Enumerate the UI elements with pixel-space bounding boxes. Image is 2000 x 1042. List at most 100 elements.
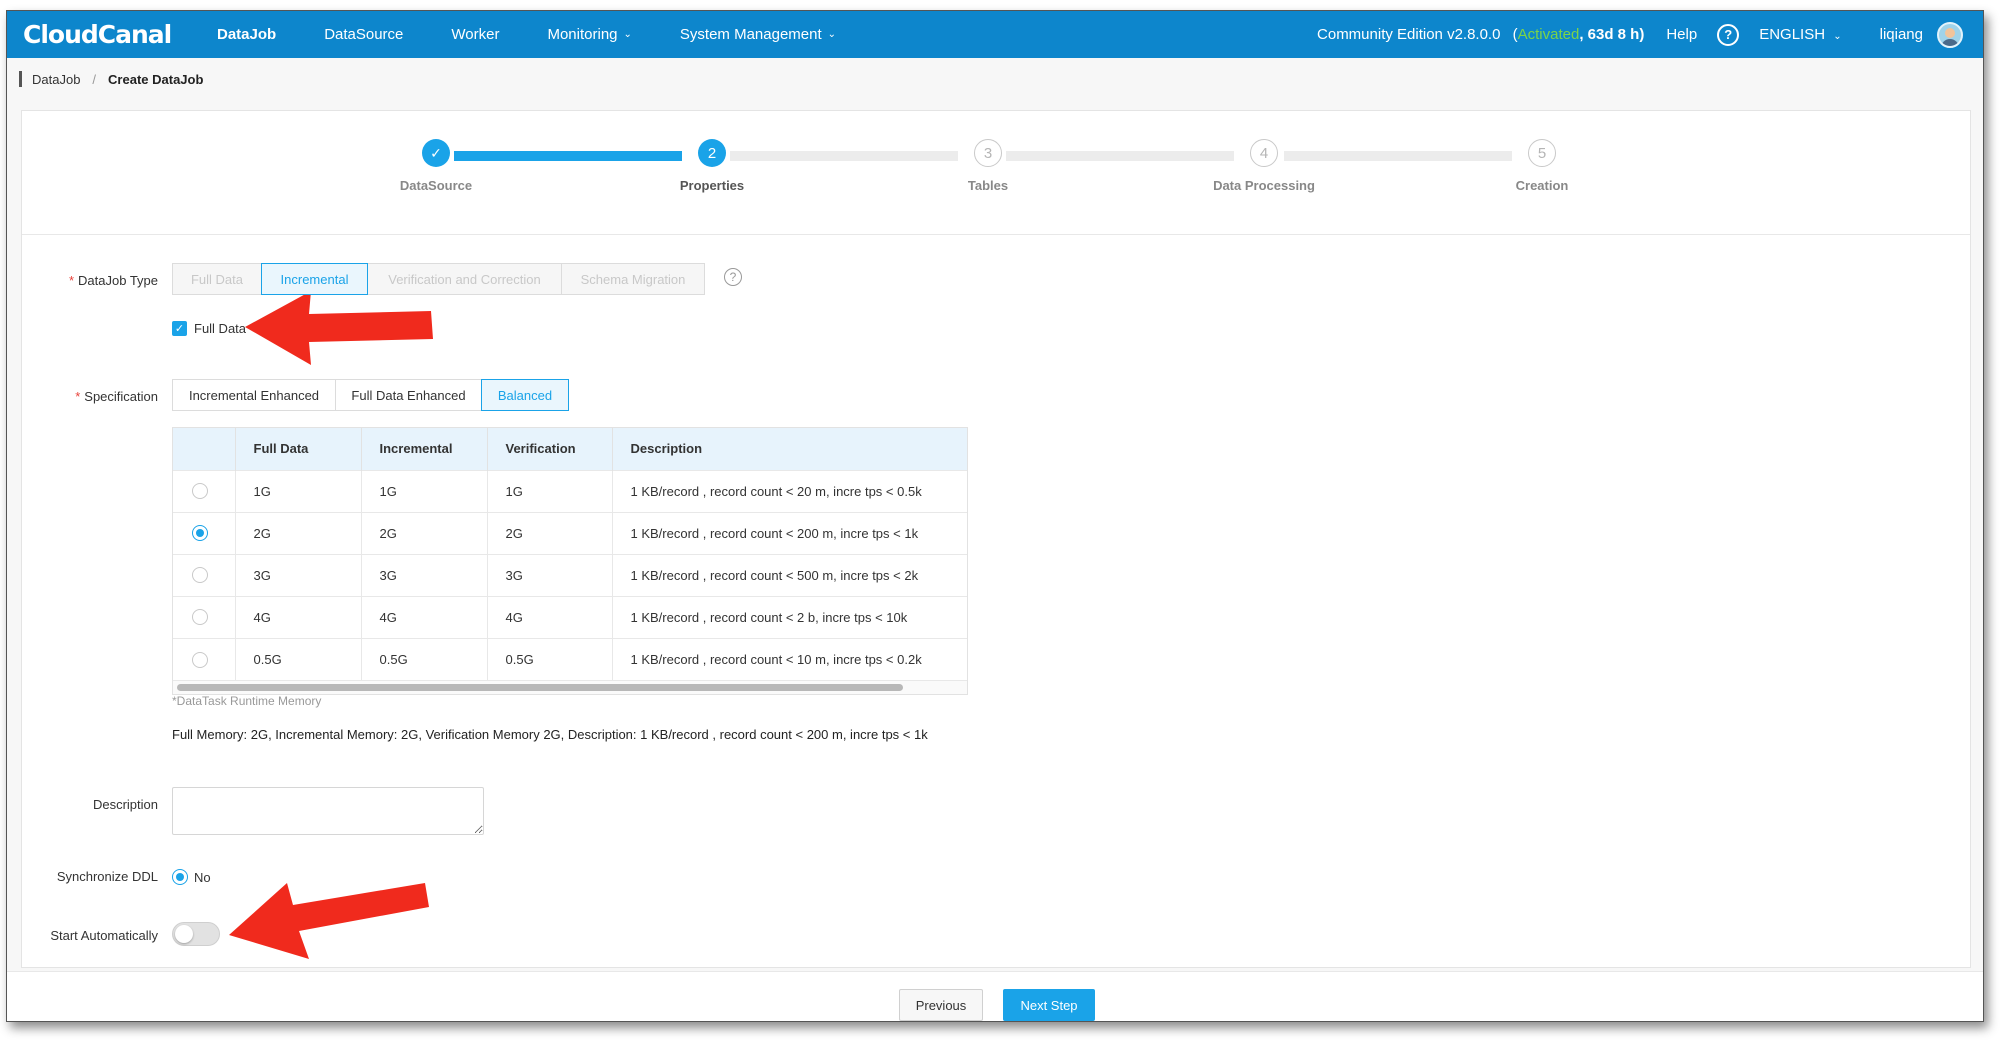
row-select-cell bbox=[173, 553, 236, 596]
radio-button[interactable] bbox=[192, 609, 208, 626]
step-tables: 3 Tables bbox=[918, 139, 1058, 193]
chevron-down-icon: ⌄ bbox=[1833, 31, 1842, 42]
breadcrumb: DataJob / Create DataJob bbox=[19, 71, 203, 87]
nav-item-datasource[interactable]: DataSource bbox=[300, 11, 427, 58]
column-header-verification: Verification bbox=[487, 428, 613, 470]
sync-ddl-option-label: No bbox=[194, 869, 211, 885]
verification-cell: 3G bbox=[487, 553, 613, 596]
annotation-arrow-icon bbox=[229, 883, 429, 959]
chevron-down-icon: ⌄ bbox=[827, 29, 837, 40]
description-cell: 1 KB/record , record count < 10 m, incre… bbox=[612, 637, 967, 680]
checkbox-checked-icon[interactable]: ✓ bbox=[172, 321, 187, 336]
breadcrumb-parent[interactable]: DataJob bbox=[32, 72, 80, 87]
step-properties: 2 Properties bbox=[642, 139, 782, 193]
help-link[interactable]: Help bbox=[1666, 26, 1697, 43]
step-label: Data Processing bbox=[1213, 178, 1315, 193]
annotation-arrow-icon bbox=[245, 291, 433, 365]
previous-button[interactable]: Previous bbox=[899, 989, 983, 1021]
footer-bar: Previous Next Step bbox=[7, 971, 1983, 1021]
step-label: Tables bbox=[967, 178, 1009, 193]
step-number: 3 bbox=[974, 139, 1002, 167]
step-datasource: ✓ DataSource bbox=[366, 139, 506, 193]
specification-label: * Specification bbox=[18, 389, 158, 404]
incremental-cell: 4G bbox=[361, 595, 488, 638]
table-header-row: Full Data Incremental Verification Descr… bbox=[173, 428, 967, 470]
incremental-cell: 3G bbox=[361, 553, 488, 596]
nav-item-label: DataSource bbox=[324, 26, 404, 43]
table-row[interactable]: 2G 2G 2G 1 KB/record , record count < 20… bbox=[173, 511, 967, 554]
app-window: CloudCanal DataJob DataSource Worker Mon… bbox=[6, 10, 1984, 1022]
description-cell: 1 KB/record , record count < 2 b, incre … bbox=[612, 595, 967, 638]
datajob-type-label: * DataJob Type bbox=[18, 273, 158, 288]
steps-indicator: ✓ DataSource 2 Properties 3 Tables 4 Dat… bbox=[22, 111, 1970, 235]
full-data-cell: 4G bbox=[235, 595, 362, 638]
column-header-incremental: Incremental bbox=[361, 428, 488, 470]
radio-button[interactable] bbox=[192, 651, 208, 668]
check-icon: ✓ bbox=[422, 139, 450, 167]
step-number: 4 bbox=[1250, 139, 1278, 167]
edition-info: Community Edition v2.8.0.0 (Activated, 6… bbox=[1317, 26, 1644, 43]
incremental-cell: 2G bbox=[361, 511, 488, 554]
required-mark: * bbox=[75, 389, 81, 404]
table-row[interactable]: 4G 4G 4G 1 KB/record , record count < 2 … bbox=[173, 595, 967, 638]
full-data-cell: 2G bbox=[235, 511, 362, 554]
edition-label: Community Edition v2.8.0.0 bbox=[1317, 26, 1501, 43]
nav-item-datajob[interactable]: DataJob bbox=[193, 11, 300, 58]
specification-label-text: Specification bbox=[84, 389, 158, 404]
nav-item-system-management[interactable]: System Management ⌄ bbox=[656, 11, 860, 58]
runtime-memory-note: *DataTask Runtime Memory bbox=[172, 694, 322, 708]
nav-item-label: Monitoring bbox=[547, 26, 618, 43]
language-label: ENGLISH bbox=[1759, 26, 1826, 43]
table-row[interactable]: 1G 1G 1G 1 KB/record , record count < 20… bbox=[173, 469, 967, 512]
chevron-down-icon: ⌄ bbox=[623, 29, 632, 40]
horizontal-scrollbar[interactable] bbox=[173, 680, 967, 694]
description-cell: 1 KB/record , record count < 200 m, incr… bbox=[612, 511, 967, 554]
spec-table: Full Data Incremental Verification Descr… bbox=[172, 427, 968, 695]
verification-cell: 0.5G bbox=[487, 637, 613, 680]
spec-incremental-enhanced[interactable]: Incremental Enhanced bbox=[172, 379, 336, 411]
avatar[interactable] bbox=[1937, 21, 1963, 48]
full-data-checkbox[interactable]: ✓ Full Data bbox=[172, 321, 246, 336]
top-nav: CloudCanal DataJob DataSource Worker Mon… bbox=[7, 11, 1983, 58]
radio-button[interactable] bbox=[192, 483, 208, 500]
question-circle-icon[interactable]: ? bbox=[1717, 23, 1740, 46]
column-header-description: Description bbox=[612, 428, 967, 470]
row-select-cell bbox=[173, 637, 236, 680]
description-cell: 1 KB/record , record count < 20 m, incre… bbox=[612, 469, 967, 512]
question-circle-icon[interactable]: ? bbox=[724, 268, 742, 286]
step-label: DataSource bbox=[399, 178, 473, 193]
spec-full-data-enhanced[interactable]: Full Data Enhanced bbox=[335, 379, 482, 411]
row-select-cell bbox=[173, 595, 236, 638]
description-input[interactable] bbox=[172, 787, 484, 835]
verification-cell: 2G bbox=[487, 511, 613, 554]
memory-summary: Full Memory: 2G, Incremental Memory: 2G,… bbox=[172, 727, 928, 742]
nav-item-worker[interactable]: Worker bbox=[427, 11, 523, 58]
nav-item-monitoring[interactable]: Monitoring ⌄ bbox=[523, 11, 655, 58]
radio-button-selected[interactable] bbox=[172, 869, 188, 885]
full-data-checkbox-label: Full Data bbox=[194, 321, 247, 336]
datajob-type-schema-migration[interactable]: Schema Migration bbox=[561, 263, 705, 295]
create-datajob-card: ✓ DataSource 2 Properties 3 Tables 4 Dat… bbox=[21, 110, 1971, 968]
radio-button[interactable] bbox=[192, 567, 208, 584]
incremental-cell: 0.5G bbox=[361, 637, 488, 680]
next-step-button[interactable]: Next Step bbox=[1003, 989, 1095, 1021]
nav-item-label: DataJob bbox=[217, 26, 277, 43]
language-selector[interactable]: ENGLISH ⌄ bbox=[1759, 26, 1841, 43]
table-row[interactable]: 0.5G 0.5G 0.5G 1 KB/record , record coun… bbox=[173, 637, 967, 680]
full-data-cell: 3G bbox=[235, 553, 362, 596]
radio-button-selected[interactable] bbox=[192, 525, 208, 542]
nav-item-label: Worker bbox=[451, 26, 500, 43]
start-auto-toggle[interactable] bbox=[172, 922, 220, 946]
nav-right: Community Edition v2.8.0.0 (Activated, 6… bbox=[1317, 11, 1983, 58]
sync-ddl-option[interactable]: No bbox=[172, 869, 211, 885]
verification-cell: 1G bbox=[487, 469, 613, 512]
user-name[interactable]: liqiang bbox=[1880, 26, 1923, 43]
datajob-type-incremental[interactable]: Incremental bbox=[261, 263, 368, 295]
table-row[interactable]: 3G 3G 3G 1 KB/record , record count < 50… bbox=[173, 553, 967, 596]
nav-item-label: System Management bbox=[679, 26, 822, 43]
step-data-processing: 4 Data Processing bbox=[1194, 139, 1334, 193]
license-remaining: , 63d 8 h) bbox=[1579, 26, 1645, 43]
verification-cell: 4G bbox=[487, 595, 613, 638]
spec-balanced[interactable]: Balanced bbox=[481, 379, 569, 411]
scrollbar-thumb[interactable] bbox=[177, 684, 903, 691]
